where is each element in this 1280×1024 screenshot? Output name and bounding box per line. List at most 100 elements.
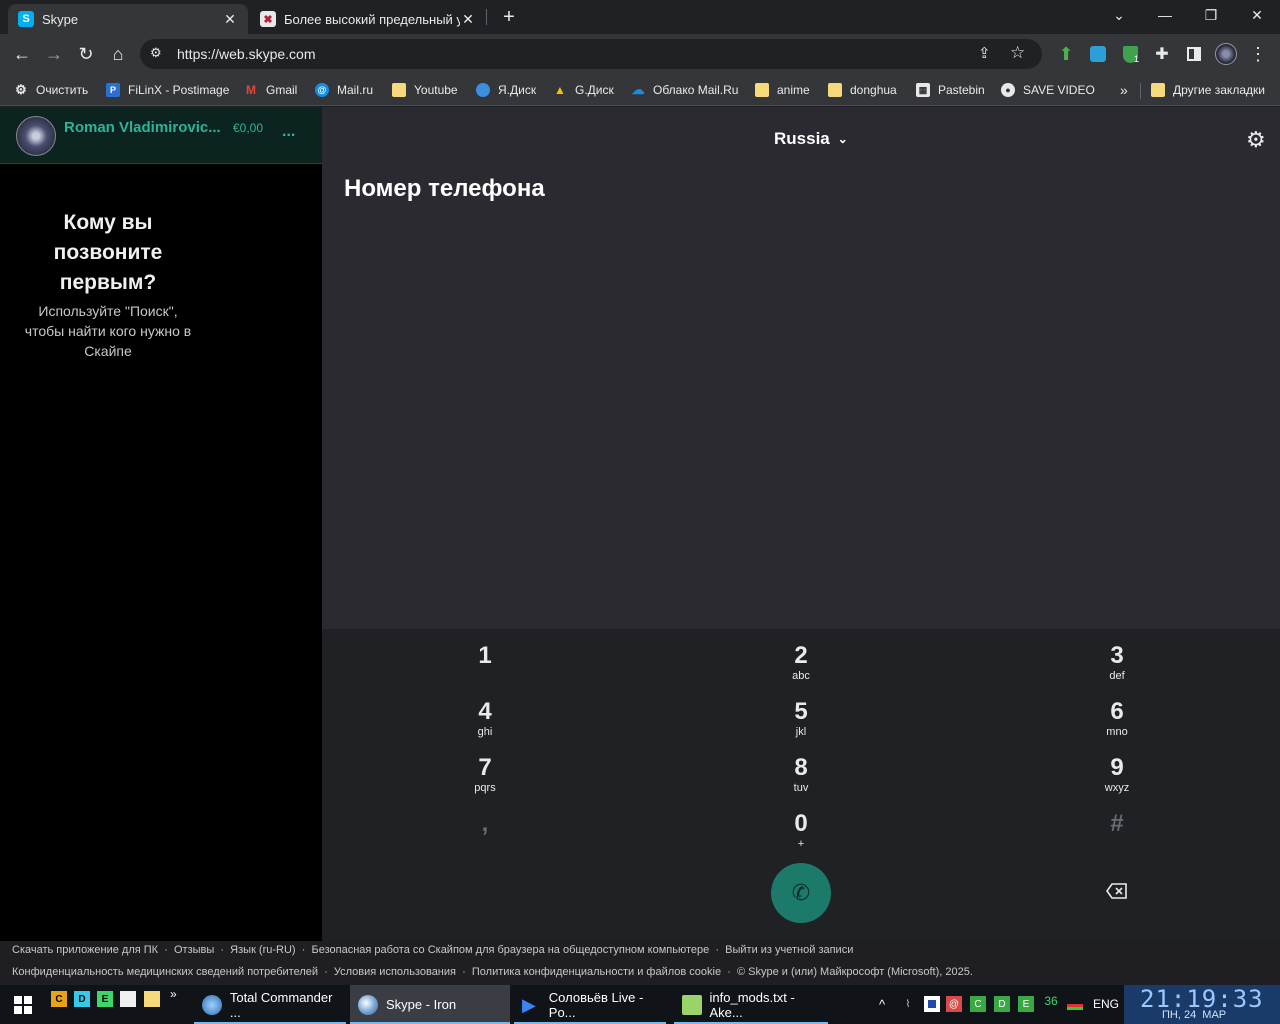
dial-key-3[interactable]: 3 def	[1067, 643, 1167, 683]
balance[interactable]: €0,00	[233, 121, 263, 135]
drive-e-icon[interactable]: E	[97, 991, 113, 1007]
tray-network-icon[interactable]: @	[946, 996, 962, 1012]
bookmark-clear[interactable]: ⚙ Очистить	[14, 81, 88, 99]
mailru-icon: @	[315, 83, 329, 97]
clock[interactable]: 21:19:33 ПН, 24 МАР	[1124, 985, 1280, 1024]
dial-key-1[interactable]: 1	[435, 643, 535, 669]
back-icon[interactable]: ←	[8, 40, 36, 68]
more-bookmarks-button[interactable]: »	[1120, 81, 1128, 99]
settings-gear-icon[interactable]: ⚙	[1246, 127, 1266, 153]
language-indicator[interactable]: ENG	[1093, 997, 1119, 1011]
bookmark-gdrive[interactable]: ▲ G.Диск	[553, 81, 614, 99]
address-bar[interactable]: ⚙ https://web.skype.com ⇪ ☆	[140, 39, 1042, 69]
quick-launch-more[interactable]: »	[170, 987, 177, 1001]
footer-link-language[interactable]: Язык (ru-RU)	[230, 944, 295, 956]
dial-key-2[interactable]: 2 abc	[751, 643, 851, 683]
bookmark-gmail[interactable]: M Gmail	[244, 81, 297, 99]
folder-icon[interactable]	[144, 991, 160, 1007]
forward-icon[interactable]: →	[40, 40, 68, 68]
footer-link-health-privacy[interactable]: Конфиденциальность медицинских сведений …	[12, 966, 318, 978]
close-icon[interactable]: ✕	[222, 11, 238, 28]
restore-icon[interactable]: ❐	[1188, 0, 1234, 30]
paperclip-icon[interactable]: ⌇	[900, 996, 916, 1012]
footer-link-privacy[interactable]: Политика конфиденциальности и файлов coo…	[472, 966, 721, 978]
task-solovyov-live[interactable]: ▶ Соловьёв Live - Po...	[514, 985, 666, 1024]
tray-app-icon[interactable]	[924, 996, 940, 1012]
dial-key-0[interactable]: 0 +	[751, 811, 851, 851]
extension-badge: 1	[1134, 54, 1140, 64]
tray-d-icon[interactable]: D	[994, 996, 1010, 1012]
footer-link-signout[interactable]: Выйти из учетной записи	[725, 944, 853, 956]
other-bookmarks[interactable]: Другие закладки	[1151, 81, 1265, 99]
link-extension-icon[interactable]	[1084, 40, 1112, 68]
footer-link-terms[interactable]: Условия использования	[334, 966, 456, 978]
country-selector[interactable]: Russia ⌄	[774, 129, 848, 149]
menu-icon[interactable]: ⋮	[1244, 40, 1272, 68]
phone-number-input[interactable]: Номер телефона	[344, 175, 545, 203]
reload-icon[interactable]: ↻	[72, 40, 100, 68]
tray-c-icon[interactable]: C	[970, 996, 986, 1012]
bookmark-cloud-mailru[interactable]: ☁ Облако Mail.Ru	[631, 81, 739, 99]
dial-key-5[interactable]: 5 jkl	[751, 699, 851, 739]
side-panel-icon[interactable]	[1180, 40, 1208, 68]
bookmark-save-video[interactable]: ● SAVE VIDEO	[1001, 81, 1095, 99]
task-skype-iron[interactable]: Skype - Iron	[350, 985, 510, 1024]
bookmark-yadisk[interactable]: Я.Диск	[476, 81, 536, 99]
windows-start-icon[interactable]	[14, 996, 32, 1014]
bookmark-pastebin[interactable]: ▦ Pastebin	[916, 81, 985, 99]
profile-name[interactable]: Roman Vladimirovic...	[64, 119, 221, 136]
backspace-icon[interactable]	[1106, 883, 1128, 899]
chevron-up-icon[interactable]: ^	[874, 996, 890, 1012]
footer-link-download[interactable]: Скачать приложение для ПК	[12, 944, 158, 956]
tray-meter-icon[interactable]	[1066, 996, 1084, 1012]
task-info-mods[interactable]: info_mods.txt - Ake...	[674, 985, 828, 1024]
bookmark-mailru[interactable]: @ Mail.ru	[315, 81, 373, 99]
total-commander-icon	[202, 994, 222, 1015]
avatar[interactable]	[16, 116, 56, 156]
puzzle-icon[interactable]: ✚	[1148, 40, 1176, 68]
minimize-icon[interactable]: —	[1142, 0, 1188, 30]
tray-e-icon[interactable]: E	[1018, 996, 1034, 1012]
gdrive-icon: ▲	[554, 83, 566, 97]
new-tab-button[interactable]: +	[494, 2, 524, 32]
home-icon[interactable]: ⌂	[104, 40, 132, 68]
footer-link-safety[interactable]: Безопасная работа со Скайпом для браузер…	[311, 944, 709, 956]
avatar[interactable]	[1212, 40, 1240, 68]
profile-header[interactable]: Roman Vladimirovic... €0,00 ...	[0, 107, 322, 164]
star-icon[interactable]: ☆	[1010, 43, 1025, 63]
tray-counter[interactable]: 36	[1040, 993, 1062, 1009]
drive-c-icon[interactable]: C	[51, 991, 67, 1007]
close-window-icon[interactable]: ✕	[1234, 0, 1280, 30]
dial-key-hash[interactable]: #	[1067, 811, 1167, 837]
tab-other[interactable]: ✖ Более высокий предельный ур ✕	[250, 4, 486, 34]
dial-key-8[interactable]: 8 tuv	[751, 755, 851, 795]
more-options-button[interactable]: ...	[282, 123, 295, 141]
dial-key-comma[interactable]: ,	[435, 811, 535, 837]
url-text[interactable]: https://web.skype.com	[177, 46, 316, 62]
notepad-icon[interactable]	[120, 991, 136, 1007]
close-icon[interactable]: ✕	[460, 11, 476, 28]
upload-arrow-icon[interactable]: ⬆	[1052, 40, 1080, 68]
bookmark-anime[interactable]: anime	[755, 81, 810, 99]
tab-skype[interactable]: S Skype ✕	[8, 4, 248, 34]
tab-title: Более высокий предельный ур	[284, 11, 460, 27]
dial-key-7[interactable]: 7 pqrs	[435, 755, 535, 795]
bookmark-donghua[interactable]: donghua	[828, 81, 897, 99]
site-info-icon[interactable]: ⚙	[150, 45, 162, 61]
bookmark-youtube[interactable]: Youtube	[392, 81, 458, 99]
footer-link-feedback[interactable]: Отзывы	[174, 944, 214, 956]
footer-row-2: Конфиденциальность медицинских сведений …	[12, 966, 973, 978]
empty-state-text: Используйте "Поиск", чтобы найти кого ну…	[24, 303, 192, 359]
chevron-down-icon[interactable]: ⌄	[1096, 0, 1142, 30]
dial-key-9[interactable]: 9 wxyz	[1067, 755, 1167, 795]
folder-icon	[755, 83, 769, 97]
bookmark-postimage[interactable]: P FiLinX - Postimage	[106, 81, 229, 99]
dial-key-4[interactable]: 4 ghi	[435, 699, 535, 739]
skype-icon: S	[18, 11, 34, 27]
drive-d-icon[interactable]: D	[74, 991, 90, 1007]
dial-key-6[interactable]: 6 mno	[1067, 699, 1167, 739]
shield-icon[interactable]: 1	[1116, 40, 1144, 68]
share-icon[interactable]: ⇪	[978, 44, 991, 62]
task-total-commander[interactable]: Total Commander ...	[194, 985, 346, 1024]
call-button[interactable]: ✆	[771, 863, 831, 923]
